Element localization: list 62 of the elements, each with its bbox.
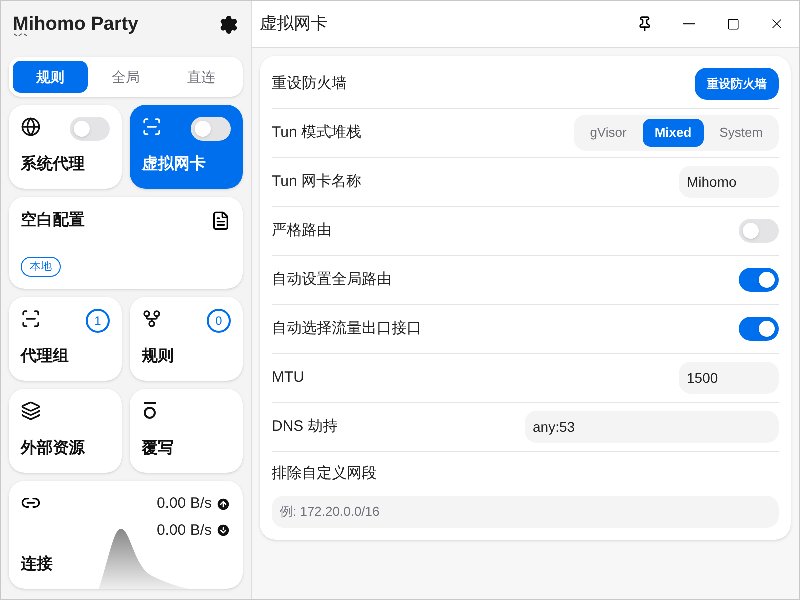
app-title: Mihomo Party	[13, 14, 139, 35]
layers-icon	[21, 401, 41, 421]
setting-label: 重设防火墙	[272, 74, 347, 94]
setting-label: 自动设置全局路由	[272, 270, 392, 290]
card-label: 系统代理	[20, 154, 86, 175]
connections-card[interactable]: 0.00 B/s 0.00 B/s 连接	[9, 481, 243, 589]
nav-card[interactable]: 1 代理组	[9, 297, 122, 381]
profile-name: 空白配置	[21, 210, 85, 231]
card-label: 连接	[21, 554, 54, 575]
setting-label: 排除自定义网段	[272, 464, 377, 484]
toggle-switch[interactable]	[739, 219, 779, 243]
stack-option[interactable]: System	[708, 119, 775, 147]
mode-tab[interactable]: 直连	[164, 61, 239, 93]
toggle-switch[interactable]	[739, 317, 779, 341]
reset-firewall-button[interactable]: 重设防火墙	[695, 68, 779, 100]
setting-label: 自动选择流量出口接口	[272, 318, 422, 339]
toggle-card[interactable]: 虚拟网卡	[130, 105, 243, 189]
download-speed: 0.00 B/s	[156, 520, 212, 540]
nav-card[interactable]: 覆写	[130, 389, 243, 473]
download-icon	[216, 523, 231, 538]
text-field[interactable]: any:53	[525, 411, 779, 443]
override-icon	[142, 401, 158, 421]
pin-icon	[637, 16, 653, 32]
toggle-switch[interactable]	[70, 117, 110, 141]
profile-card[interactable]: 空白配置 本地	[9, 197, 243, 289]
nav-card[interactable]: 0 规则	[130, 297, 243, 381]
page-title: 虚拟网卡	[260, 13, 329, 36]
maximize-icon	[726, 18, 740, 30]
input-field[interactable]: 例: 172.20.0.0/16	[272, 496, 779, 528]
group-icon	[21, 309, 41, 329]
count-badge: 1	[86, 309, 110, 333]
card-label: 虚拟网卡	[140, 154, 207, 175]
card-label: 规则	[140, 346, 175, 367]
card-label: 代理组	[20, 346, 70, 367]
card-label: 覆写	[141, 439, 175, 459]
stack-option[interactable]: gVisor	[578, 119, 639, 147]
minimize-icon	[683, 23, 695, 25]
toggle-card[interactable]: 系统代理	[9, 105, 122, 189]
upload-icon	[216, 496, 231, 512]
settings-icon[interactable]	[219, 15, 239, 35]
globe-icon	[21, 117, 41, 137]
profile-tag: 本地	[21, 257, 61, 277]
toggle-switch[interactable]	[739, 268, 779, 292]
text-field[interactable]: Mihomo	[679, 166, 779, 198]
count-badge: 0	[207, 309, 231, 333]
setting-label: Tun 网卡名称	[272, 172, 362, 192]
document-icon	[211, 211, 231, 231]
nav-card[interactable]: 外部资源	[9, 389, 122, 473]
setting-label: DNS 劫持	[272, 416, 338, 437]
text-field[interactable]: 1500	[679, 362, 779, 394]
card-label: 外部资源	[20, 438, 86, 459]
stack-option[interactable]: Mixed	[642, 119, 704, 147]
fork-icon	[142, 309, 162, 329]
setting-label: 严格路由	[272, 220, 332, 241]
setting-label: MTU	[272, 368, 304, 388]
network-card-icon	[142, 117, 162, 137]
whiskers-icon	[13, 32, 29, 38]
mode-tab[interactable]: 规则	[13, 61, 88, 93]
toggle-switch[interactable]	[191, 117, 231, 141]
upload-speed: 0.00 B/s	[156, 494, 212, 514]
setting-label: Tun 模式堆栈	[272, 122, 362, 143]
mode-tab[interactable]: 全局	[88, 61, 164, 93]
